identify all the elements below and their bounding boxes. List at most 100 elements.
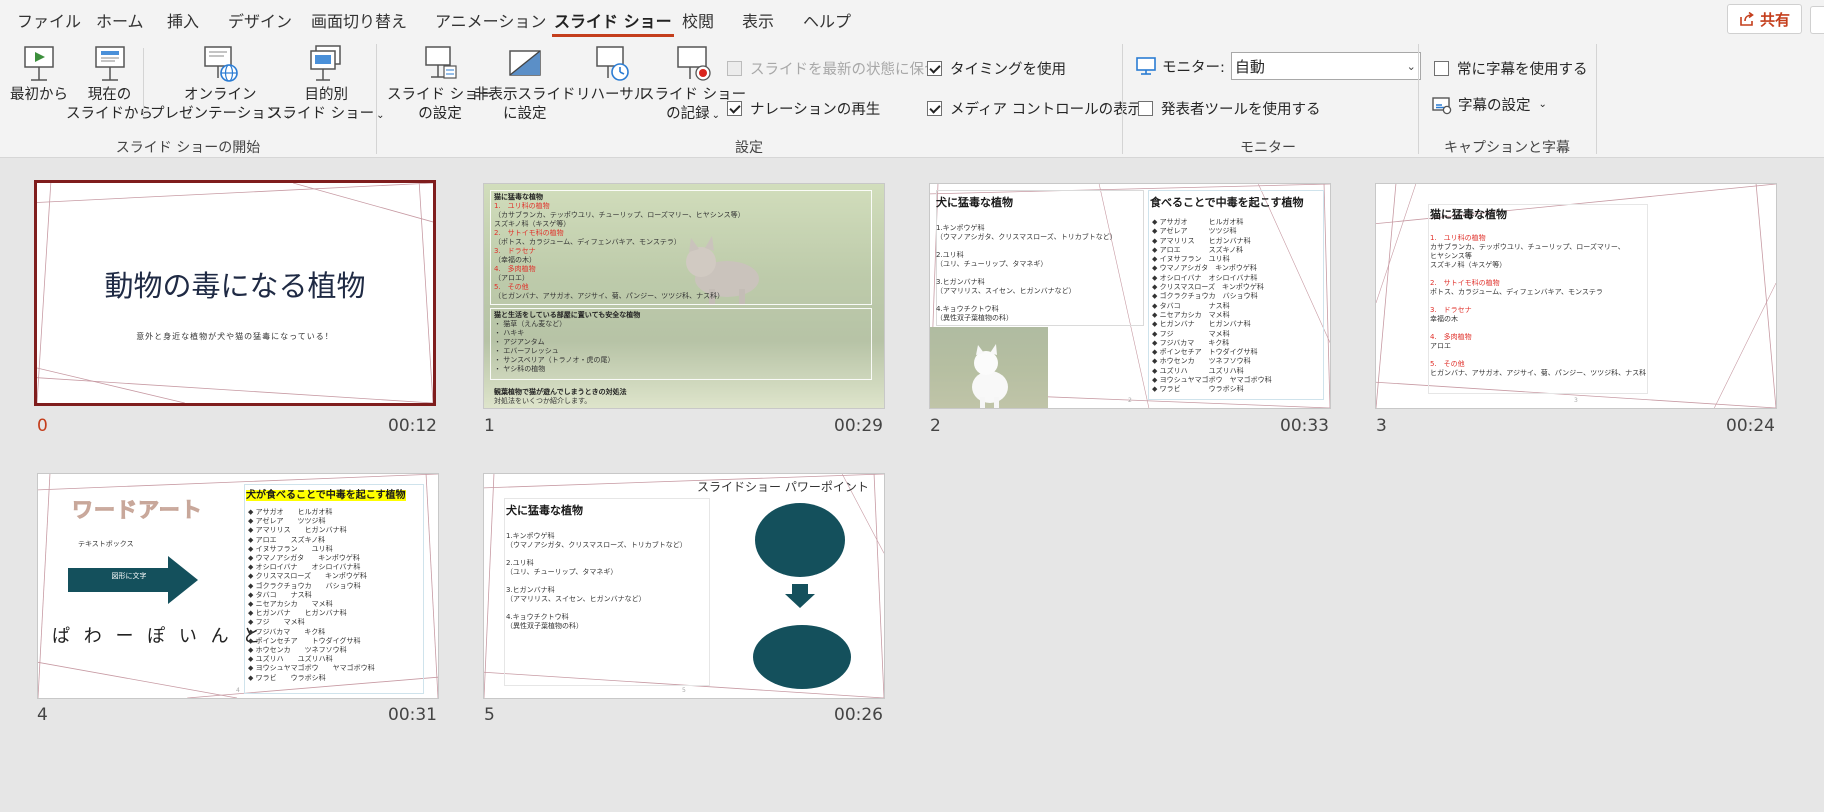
presenter-view-checkbox[interactable]: 発表者ツールを使用する bbox=[1138, 98, 1321, 119]
slide-4-wordart: ワードアート bbox=[72, 498, 203, 523]
photo-overlay bbox=[930, 327, 1048, 408]
slide-5-text: （ユリ、チューリップ、タマネギ） bbox=[506, 568, 618, 576]
monitor-selector-row: モニター: 自動 ⌄ bbox=[1136, 52, 1421, 80]
monitor-dropdown[interactable]: 自動 ⌄ bbox=[1230, 52, 1421, 80]
custom-show-icon bbox=[306, 44, 346, 84]
tab-view[interactable]: 表示 bbox=[742, 8, 774, 32]
slide-2-text: （ウマノアシガタ、クリスマスローズ、トリカブトなど） bbox=[936, 233, 1117, 241]
tab-animations[interactable]: アニメーション bbox=[435, 8, 546, 32]
checkbox-box bbox=[927, 61, 942, 76]
slide-thumbnail-2[interactable]: 犬に猛毒な植物 1.キンポウゲ科 （ウマノアシガタ、クリスマスローズ、トリカブト… bbox=[929, 183, 1331, 409]
slide-0-title: 動物の毒になる植物 bbox=[104, 269, 366, 303]
slide-1-text: ・ サンスベリア（トラノオ・虎の尾） bbox=[494, 356, 615, 364]
slide-1-text: 対処法をいくつか紹介します。 bbox=[494, 397, 592, 405]
slide-4-hiragana: ぱ わ ー ぽ い ん と bbox=[52, 626, 265, 647]
oval-shape-top bbox=[755, 503, 845, 577]
slide-time-3: 00:24 bbox=[1726, 416, 1775, 436]
checkbox-box bbox=[1434, 61, 1449, 76]
keep-updated-checkbox[interactable]: スライドを最新の状態に保つ bbox=[727, 58, 939, 79]
slide-thumbnail-3[interactable]: 猫に猛毒な植物 1. ユリ科の植物 カサブランカ、テッポウユリ、チューリップ、ロ… bbox=[1375, 183, 1777, 409]
chevron-down-icon: ⌄ bbox=[376, 110, 385, 121]
slide-time-1: 00:29 bbox=[834, 416, 883, 436]
ribbon-separator bbox=[1596, 44, 1597, 154]
from-current-label-2: スライドから bbox=[66, 106, 153, 122]
down-arrow-shape bbox=[785, 584, 815, 608]
rehearse-timings-button[interactable]: リハーサル bbox=[576, 44, 648, 105]
from-current-icon bbox=[90, 44, 130, 84]
slide-number-3: 3 bbox=[1376, 416, 1387, 436]
slide-1-text: （ポトス、カラジューム、ディフェンバキア、モンステラ） bbox=[494, 238, 681, 246]
slide-thumbnail-0[interactable]: 動物の毒になる植物 意外と身近な植物が犬や猫の猛毒になっている！ bbox=[34, 180, 436, 406]
use-timings-checkbox[interactable]: タイミングを使用 bbox=[927, 58, 1066, 79]
custom-show-button[interactable]: 目的別 スライド ショー ⌄ bbox=[268, 44, 385, 125]
show-media-controls-checkbox[interactable]: メディア コントロールの表示 bbox=[927, 98, 1142, 119]
chevron-down-icon: ⌄ bbox=[1406, 59, 1416, 73]
slide-5-title: 犬に猛毒な植物 bbox=[506, 504, 583, 517]
checkbox-box bbox=[1138, 101, 1153, 116]
ribbon-display-options-button[interactable] bbox=[1810, 6, 1824, 34]
tab-help[interactable]: ヘルプ bbox=[803, 8, 851, 32]
monitor-value: 自動 bbox=[1234, 57, 1265, 76]
tab-design[interactable]: デザイン bbox=[228, 8, 292, 32]
slide-1-text: （カサブランカ、テッポウユリ、チューリップ、ローズマリー、ヒヤシンス等） bbox=[494, 211, 745, 219]
presenter-view-label: 発表者ツールを使用する bbox=[1161, 102, 1321, 118]
chevron-down-icon: ⌄ bbox=[1538, 99, 1547, 110]
tab-slideshow[interactable]: スライド ショー bbox=[552, 8, 674, 37]
slide-1-text: （ヒガンバナ、アサガオ、アジサイ、菊、パンジー、ツツジ科、ナス科） bbox=[494, 292, 725, 300]
always-subtitles-checkbox[interactable]: 常に字幕を使用する bbox=[1434, 58, 1588, 79]
slide-2-text: 1.キンポウゲ科 bbox=[936, 224, 985, 232]
slide-3-text: 5. その他 bbox=[1430, 360, 1465, 368]
share-icon bbox=[1740, 11, 1754, 26]
slide-3-text: 4. 多肉植物 bbox=[1430, 333, 1472, 341]
slide-thumbnail-1[interactable]: 猫に猛毒な植物 1. ユリ科の植物 （カサブランカ、テッポウユリ、チューリップ、… bbox=[483, 183, 885, 409]
subtitle-settings-button[interactable]: 字幕の設定 ⌄ bbox=[1432, 94, 1547, 115]
slide-2-text: 2.ユリ科 bbox=[936, 251, 964, 259]
share-button[interactable]: 共有 bbox=[1727, 4, 1802, 34]
from-beginning-label: 最初から bbox=[10, 87, 68, 103]
slide-time-0: 00:12 bbox=[388, 416, 437, 436]
from-current-label-1: 現在の bbox=[87, 87, 132, 103]
present-online-label-1: オンライン bbox=[184, 87, 257, 103]
from-beginning-button[interactable]: 最初から bbox=[10, 44, 68, 105]
slide-time-5: 00:26 bbox=[834, 705, 883, 725]
from-current-button[interactable]: 現在の スライドから bbox=[66, 44, 153, 124]
group-label-monitor: モニター bbox=[1240, 140, 1296, 156]
slide-4-textbox: テキストボックス bbox=[78, 540, 134, 548]
ribbon-separator bbox=[376, 44, 377, 154]
flowchart-shapes bbox=[753, 503, 851, 689]
slide-thumbnail-5[interactable]: スライドショー パワーポイント 犬に猛毒な植物 1.キンポウゲ科 （ウマノアシガ… bbox=[483, 473, 885, 699]
slide-2-text: （異性双子葉植物の科） bbox=[936, 314, 1013, 322]
tab-home[interactable]: ホーム bbox=[96, 8, 144, 32]
slide-1-text: 4. 多肉植物 bbox=[494, 265, 536, 273]
slide-2-text: （ユリ、チューリップ、タマネギ） bbox=[936, 260, 1048, 268]
slide-1-text: ・ 猫草（えん麦など） bbox=[494, 320, 567, 328]
record-slideshow-label-2-text: の記録 bbox=[666, 106, 710, 122]
share-label: 共有 bbox=[1759, 10, 1790, 29]
tab-review[interactable]: 校閲 bbox=[682, 8, 714, 32]
present-online-icon bbox=[200, 44, 240, 84]
group-label-captions: キャプションと字幕 bbox=[1444, 140, 1570, 156]
slide-1-text: ・ エバーフレッシュ bbox=[494, 347, 559, 355]
record-slideshow-label-2: の記録 ⌄ bbox=[666, 105, 720, 125]
checkbox-box bbox=[727, 61, 742, 76]
slide-1-text: 3. ドラセナ bbox=[494, 247, 536, 255]
ribbon-separator bbox=[1418, 44, 1419, 154]
checkbox-box bbox=[927, 101, 942, 116]
tab-file[interactable]: ファイル bbox=[17, 8, 81, 32]
slide-thumbnail-4[interactable]: ワードアート テキストボックス 図形に文字 ぱ わ ー ぽ い ん と 犬が食べ… bbox=[37, 473, 439, 699]
keep-updated-label: スライドを最新の状態に保つ bbox=[750, 62, 939, 78]
slide-3-text: ヒヤシンス等 bbox=[1430, 252, 1472, 260]
slide-5-text: 4.キョウチクトウ科 bbox=[506, 613, 569, 621]
tab-transitions[interactable]: 画面切り替え bbox=[311, 8, 407, 32]
slide-2-text: （アマリリス、スイセン、ヒガンバナなど） bbox=[936, 287, 1076, 295]
slide-3-text: 1. ユリ科の植物 bbox=[1430, 234, 1486, 242]
slide-number-5: 5 bbox=[484, 705, 495, 725]
slide-number-2: 2 bbox=[930, 416, 941, 436]
slide-3-text: アロエ bbox=[1430, 342, 1451, 350]
slide-time-2: 00:33 bbox=[1280, 416, 1329, 436]
subtitle-settings-label: 字幕の設定 bbox=[1458, 98, 1531, 114]
group-label-start: スライド ショーの開始 bbox=[115, 140, 261, 156]
hide-slide-button[interactable]: 非表示スライド に設定 bbox=[474, 44, 576, 124]
tab-insert[interactable]: 挿入 bbox=[167, 8, 199, 32]
play-narration-checkbox[interactable]: ナレーションの再生 bbox=[727, 98, 880, 119]
